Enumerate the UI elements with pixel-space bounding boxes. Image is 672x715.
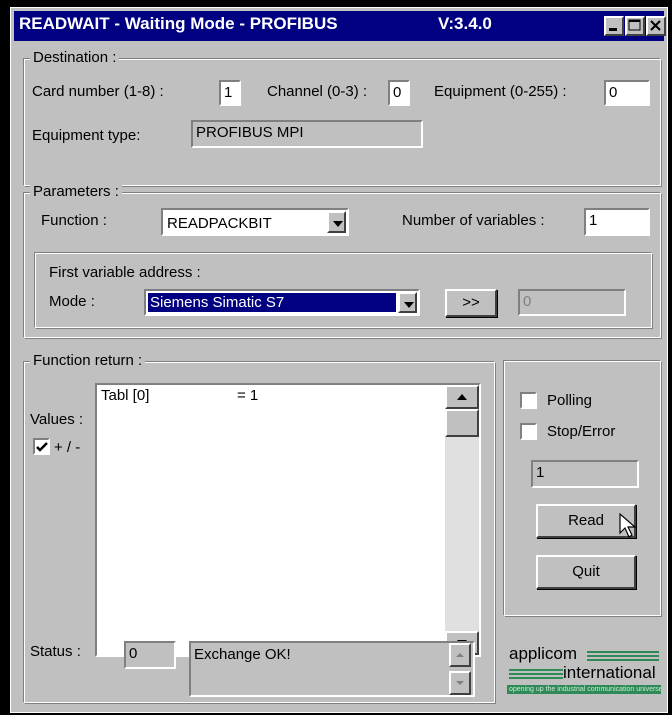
mode-select-value: Siemens Simatic S7 [147,292,397,313]
arrow-up-icon [456,653,464,657]
more-address-button[interactable]: >> [445,289,497,317]
mode-dropdown-button[interactable] [398,292,417,313]
function-select-value: READPACKBIT [167,215,272,232]
check-icon [36,442,48,452]
logo-stripe [587,659,659,661]
function-label: Function : [41,212,107,229]
list-item-value: = 1 [237,387,259,404]
address-input: 0 [518,289,626,316]
card-number-input[interactable]: 1 [219,80,241,106]
polling-label: Polling [547,392,593,409]
mode-label: Mode : [49,293,95,310]
list-item: Tabl [0] = 1 [101,387,258,404]
values-list[interactable]: Tabl [0] = 1 [95,383,481,657]
card-number-label: Card number (1-8) : [32,83,164,100]
logo-stripe [509,673,563,675]
scroll-thumb[interactable] [445,409,479,437]
maximize-icon [628,19,641,31]
applicom-logo: applicom international opening up the in… [507,644,665,704]
polling-checkbox[interactable] [520,392,537,409]
function-dropdown-button[interactable] [327,211,346,233]
sign-checkbox[interactable] [33,438,50,455]
chevron-down-icon [333,221,343,227]
num-variables-input[interactable]: 1 [584,208,650,236]
status-label: Status : [30,643,81,660]
logo-tagline-bar: opening up the industrial communication … [507,685,661,694]
readwait-window: READWAIT - Waiting Mode - PROFIBUS V:3.4… [10,7,668,713]
logo-name-bottom: international [563,663,656,682]
status-message-text: Exchange OK! [194,646,291,663]
status-scrollbar[interactable] [449,643,471,695]
status-code-field: 0 [124,641,176,669]
status-scroll-up-button[interactable] [449,643,471,667]
num-variables-label: Number of variables : [402,212,545,229]
logo-name-top: applicom [509,644,578,663]
maximize-button[interactable] [625,16,645,36]
channel-input[interactable]: 0 [388,80,410,106]
more-address-label: >> [462,294,480,311]
window-version: V:3.4.0 [438,14,492,33]
function-select[interactable]: READPACKBIT [161,208,349,236]
channel-label: Channel (0-3) : [267,83,368,100]
mode-select[interactable]: Siemens Simatic S7 [144,289,420,316]
quit-button[interactable]: Quit [536,555,636,589]
mouse-cursor-icon [619,513,637,538]
logo-tagline: opening up the industrial communication … [509,686,661,693]
values-scrollbar[interactable] [445,385,479,655]
equipment-type-label: Equipment type: [32,127,141,144]
function-return-legend: Function return : [30,352,146,369]
equipment-label: Equipment (0-255) : [434,83,567,100]
values-label: Values : [30,411,84,428]
count-field: 1 [531,460,639,488]
logo-stripe [509,677,563,679]
scroll-up-button[interactable] [445,385,479,409]
arrow-down-icon [456,681,464,685]
logo-stripe [587,651,659,653]
close-button[interactable] [646,16,666,36]
logo-stripe [509,669,563,671]
equipment-input[interactable]: 0 [604,80,650,106]
first-variable-legend: First variable address : [49,264,201,281]
arrow-up-icon [457,394,467,400]
window-title: READWAIT - Waiting Mode - PROFIBUS [19,14,338,33]
logo-stripe [587,655,659,657]
sign-label: + / - [54,439,81,456]
chevron-down-icon [404,302,414,308]
title-bar[interactable]: READWAIT - Waiting Mode - PROFIBUS V:3.4… [14,11,666,41]
status-message-field: Exchange OK! [189,641,475,697]
minimize-button[interactable] [604,16,624,36]
parameters-legend: Parameters : [30,183,122,200]
status-scroll-down-button[interactable] [449,671,471,695]
destination-legend: Destination : [30,49,120,66]
stop-error-checkbox[interactable] [520,423,537,440]
list-item-name: Tabl [0] [101,387,150,404]
quit-button-label: Quit [572,563,600,580]
minimize-icon [609,28,617,31]
stop-error-label: Stop/Error [547,423,616,440]
equipment-type-field: PROFIBUS MPI [191,120,423,148]
close-icon [650,20,661,31]
